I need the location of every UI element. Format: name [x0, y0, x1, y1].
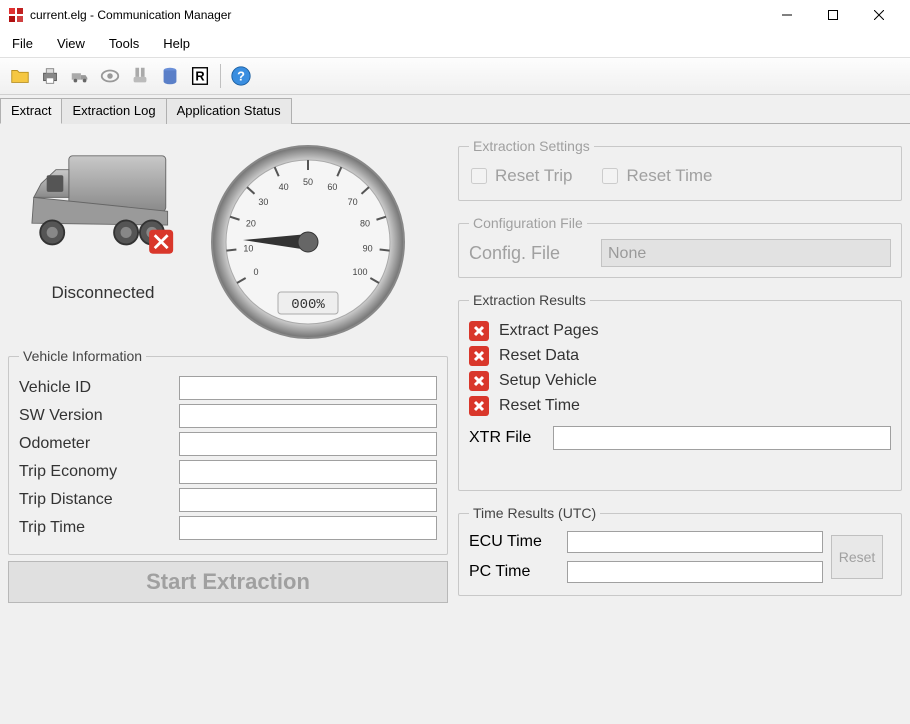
vehicle-information-group: Vehicle Information Vehicle ID SW Versio…	[8, 348, 448, 555]
start-extraction-button[interactable]: Start Extraction	[8, 561, 448, 603]
extraction-settings-group: Extraction Settings Reset Trip Reset Tim…	[458, 138, 902, 201]
tab-application-status[interactable]: Application Status	[166, 98, 292, 124]
toolbar: R ?	[0, 58, 910, 95]
time-results-legend: Time Results (UTC)	[469, 505, 600, 521]
sw-version-label: SW Version	[19, 407, 179, 425]
titlebar: current.elg - Communication Manager	[0, 0, 910, 30]
window-title: current.elg - Communication Manager	[30, 8, 764, 22]
close-button[interactable]	[856, 0, 902, 30]
database-icon[interactable]	[156, 62, 184, 90]
toolbar-separator	[220, 64, 221, 88]
tab-extract[interactable]: Extract	[0, 98, 62, 124]
error-icon	[469, 396, 489, 416]
reset-time-text: Reset Time	[626, 166, 712, 186]
odometer-label: Odometer	[19, 435, 179, 453]
reset-time-button[interactable]: Reset	[831, 535, 883, 579]
settings-icon[interactable]	[126, 62, 154, 90]
svg-text:30: 30	[258, 197, 268, 207]
trip-time-input[interactable]	[179, 516, 437, 540]
progress-gauge: 0 10 20 30 40 50 60 70 80 90 100 000%	[208, 142, 408, 342]
setup-vehicle-result: Setup Vehicle	[499, 372, 597, 390]
error-icon	[469, 321, 489, 341]
svg-text:40: 40	[279, 182, 289, 192]
view-icon[interactable]	[96, 62, 124, 90]
reset-time-checkbox-label[interactable]: Reset Time	[602, 166, 712, 186]
trip-economy-input[interactable]	[179, 460, 437, 484]
menu-file[interactable]: File	[8, 34, 37, 53]
open-file-icon[interactable]	[6, 62, 34, 90]
reset-data-result: Reset Data	[499, 347, 579, 365]
tab-content: Disconnected 0 10 20 30 40 50 60 70 80 90 100 000%	[0, 124, 910, 724]
svg-text:10: 10	[243, 243, 253, 253]
help-icon[interactable]: ?	[227, 62, 255, 90]
truck-image	[23, 142, 183, 262]
sw-version-input[interactable]	[179, 404, 437, 428]
svg-text:20: 20	[246, 218, 256, 228]
connection-status: Disconnected	[18, 283, 188, 303]
svg-text:60: 60	[327, 182, 337, 192]
truck-icon[interactable]	[66, 62, 94, 90]
xtr-file-label: XTR File	[469, 429, 539, 447]
extraction-results-group: Extraction Results Extract Pages Reset D…	[458, 292, 902, 491]
svg-text:R: R	[195, 69, 204, 84]
svg-text:100: 100	[352, 267, 367, 277]
print-icon[interactable]	[36, 62, 64, 90]
trip-economy-label: Trip Economy	[19, 463, 179, 481]
ecu-time-input[interactable]	[567, 531, 823, 553]
reset-trip-checkbox-label[interactable]: Reset Trip	[471, 166, 572, 186]
minimize-button[interactable]	[764, 0, 810, 30]
config-file-label: Config. File	[469, 243, 589, 264]
menubar: File View Tools Help	[0, 30, 910, 58]
error-icon	[469, 346, 489, 366]
tab-extraction-log[interactable]: Extraction Log	[61, 98, 166, 124]
report-icon[interactable]: R	[186, 62, 214, 90]
trip-distance-input[interactable]	[179, 488, 437, 512]
trip-distance-label: Trip Distance	[19, 491, 179, 509]
maximize-button[interactable]	[810, 0, 856, 30]
tab-strip: Extract Extraction Log Application Statu…	[0, 95, 910, 124]
vehicle-information-legend: Vehicle Information	[19, 348, 146, 364]
reset-time-result: Reset Time	[499, 397, 580, 415]
configuration-file-legend: Configuration File	[469, 215, 587, 231]
ecu-time-label: ECU Time	[469, 533, 559, 551]
time-results-group: Time Results (UTC) ECU Time Reset PC Tim…	[458, 505, 902, 596]
menu-tools[interactable]: Tools	[105, 34, 143, 53]
reset-trip-text: Reset Trip	[495, 166, 572, 186]
app-icon	[8, 7, 24, 23]
vehicle-id-input[interactable]	[179, 376, 437, 400]
odometer-input[interactable]	[179, 432, 437, 456]
xtr-file-input[interactable]	[553, 426, 891, 450]
svg-text:50: 50	[303, 177, 313, 187]
svg-text:80: 80	[360, 218, 370, 228]
reset-time-checkbox[interactable]	[602, 168, 618, 184]
menu-view[interactable]: View	[53, 34, 89, 53]
error-icon	[469, 371, 489, 391]
svg-text:90: 90	[363, 243, 373, 253]
svg-text:?: ?	[237, 69, 245, 84]
config-file-select[interactable]: None	[601, 239, 891, 267]
menu-help[interactable]: Help	[159, 34, 194, 53]
vehicle-id-label: Vehicle ID	[19, 379, 179, 397]
svg-text:000%: 000%	[291, 297, 325, 313]
reset-trip-checkbox[interactable]	[471, 168, 487, 184]
configuration-file-group: Configuration File Config. File None	[458, 215, 902, 278]
extraction-results-legend: Extraction Results	[469, 292, 590, 308]
trip-time-label: Trip Time	[19, 519, 179, 537]
svg-text:70: 70	[348, 197, 358, 207]
extract-pages-result: Extract Pages	[499, 322, 599, 340]
extraction-settings-legend: Extraction Settings	[469, 138, 594, 154]
pc-time-label: PC Time	[469, 563, 559, 581]
pc-time-input[interactable]	[567, 561, 823, 583]
svg-text:0: 0	[254, 267, 259, 277]
